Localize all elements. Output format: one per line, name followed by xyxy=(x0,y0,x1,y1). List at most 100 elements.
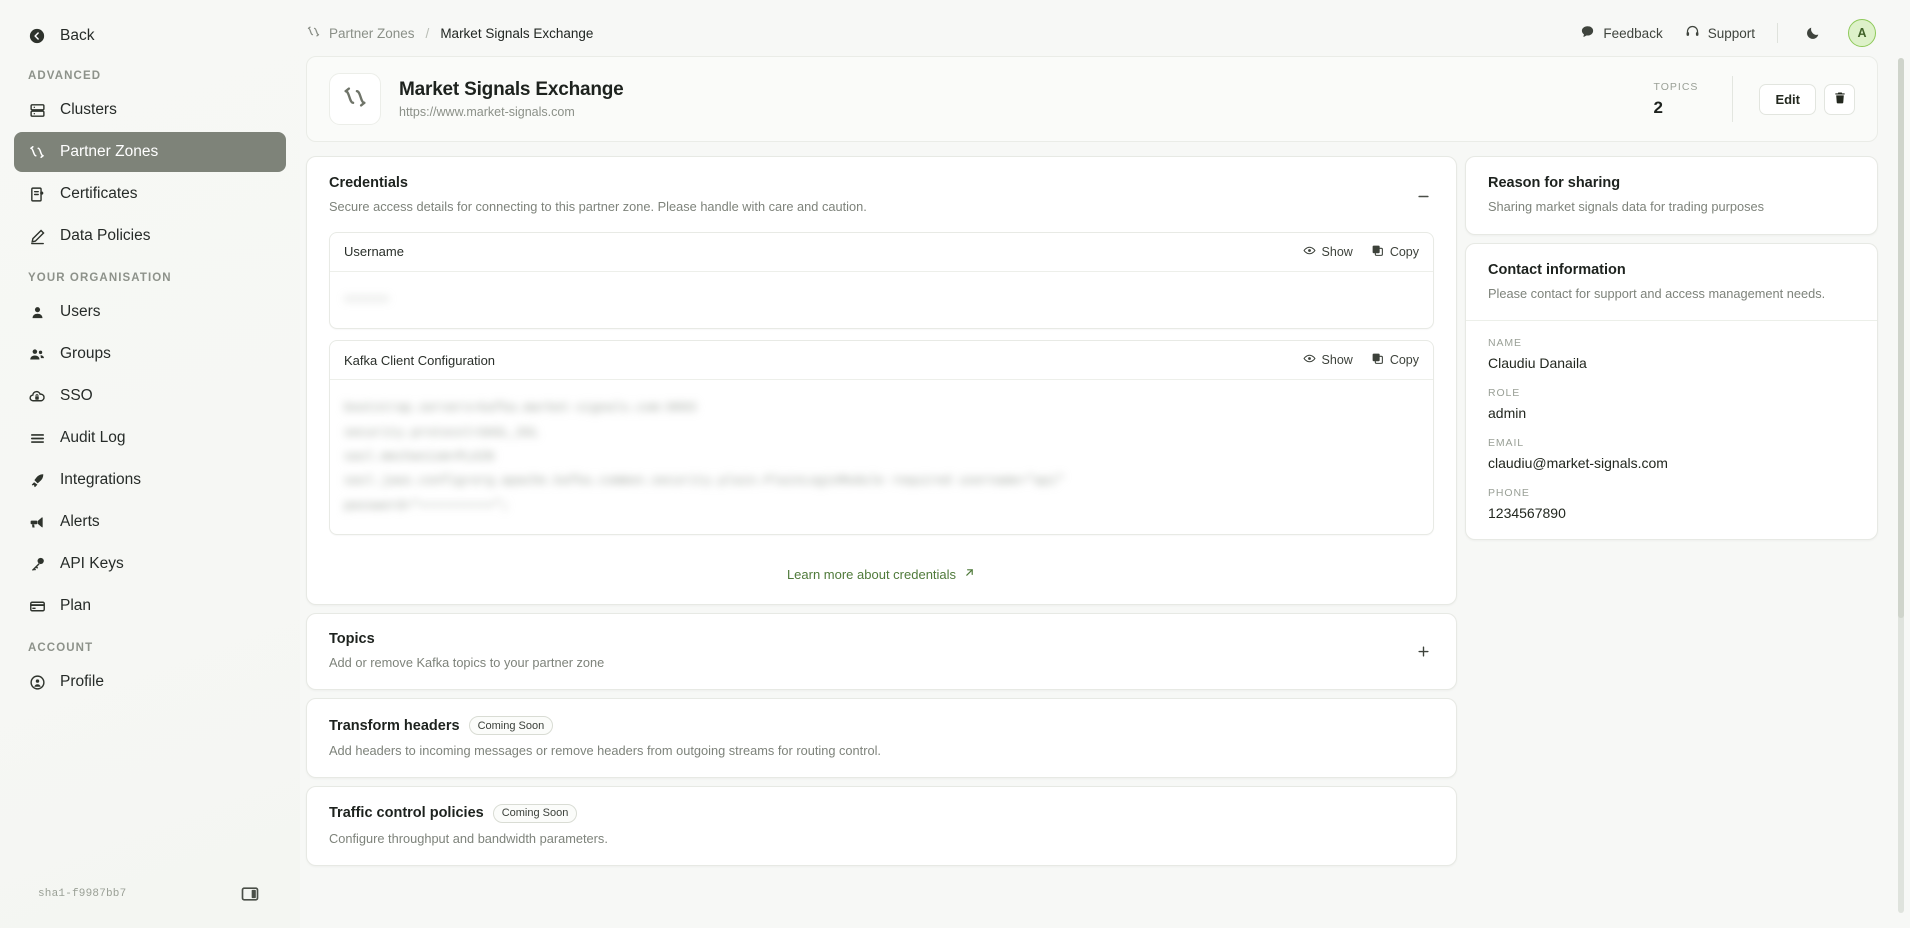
credential-field-value: •••••• xyxy=(330,272,1433,328)
page-title: Market Signals Exchange xyxy=(399,79,624,100)
contact-field-name: NAME Claudiu Danaila xyxy=(1488,337,1855,371)
sidebar-item-label: Groups xyxy=(60,345,111,362)
credentials-card: Credentials Secure access details for co… xyxy=(306,156,1457,606)
show-username-button[interactable]: Show xyxy=(1302,244,1353,260)
show-kafka-config-button[interactable]: Show xyxy=(1302,352,1353,368)
sidebar-item-api-keys[interactable]: API Keys xyxy=(14,544,286,584)
topics-header: Topics Add or remove Kafka topics to you… xyxy=(307,614,1456,689)
reason-title: Reason for sharing xyxy=(1488,175,1621,191)
copy-kafka-config-button[interactable]: Copy xyxy=(1371,352,1419,368)
topics-card: Topics Add or remove Kafka topics to you… xyxy=(306,613,1457,691)
credential-field-kafka-config: Kafka Client Configuration Show Copy boo… xyxy=(329,340,1434,536)
sidebar-item-alerts[interactable]: Alerts xyxy=(14,502,286,542)
breadcrumb-separator: / xyxy=(425,25,430,41)
contact-field-label: ROLE xyxy=(1488,386,1521,399)
moon-icon[interactable] xyxy=(1800,20,1826,46)
credential-field-value: bootstrap.servers=kafka.market-signals.c… xyxy=(330,380,1433,534)
credential-field-label: Username xyxy=(344,244,404,260)
sidebar-item-label: Plan xyxy=(60,597,92,614)
topbar: Partner Zones / Market Signals Exchange … xyxy=(300,10,1884,56)
users-group-icon xyxy=(28,345,46,363)
transform-headers-text: Transform headers Coming Soon Add header… xyxy=(329,716,1434,760)
sidebar-item-label: Integrations xyxy=(60,471,141,488)
sidebar-item-label: Users xyxy=(60,303,101,320)
breadcrumb-current-label: Market Signals Exchange xyxy=(440,25,594,41)
zigzag-arrow-icon xyxy=(28,143,46,161)
credentials-header-text: Credentials Secure access details for co… xyxy=(329,175,1412,216)
edit-button[interactable]: Edit xyxy=(1759,83,1816,115)
credentials-description: Secure access details for connecting to … xyxy=(329,199,867,214)
copy-label: Copy xyxy=(1389,353,1419,368)
contact-field-email: EMAIL claudiu@market-signals.com xyxy=(1488,437,1855,471)
sidebar-item-plan[interactable]: Plan xyxy=(14,586,286,626)
contact-description: Please contact for support and access ma… xyxy=(1488,285,1826,301)
sidebar-item-back[interactable]: Back xyxy=(14,16,286,56)
avatar[interactable]: A xyxy=(1848,19,1876,47)
left-column: Credentials Secure access details for co… xyxy=(306,156,1457,866)
masked-kafka-config-value: bootstrap.servers=kafka.market-signals.c… xyxy=(344,401,1065,513)
eye-icon xyxy=(1302,244,1316,260)
transform-headers-title: Transform headers xyxy=(329,717,460,734)
header-divider xyxy=(1732,76,1734,122)
delete-button[interactable] xyxy=(1824,83,1855,115)
sidebar-item-label: Profile xyxy=(60,673,104,690)
sidebar-item-label: SSO xyxy=(60,387,93,404)
partner-zone-url: https://www.market-signals.com xyxy=(399,105,575,119)
headset-icon xyxy=(1685,24,1700,42)
sidebar-item-profile[interactable]: Profile xyxy=(14,662,286,702)
support-button[interactable]: Support xyxy=(1685,24,1755,42)
chat-bubble-icon xyxy=(1580,24,1595,42)
status-badge: Coming Soon xyxy=(492,803,578,823)
scrollbar-thumb[interactable] xyxy=(1898,58,1904,618)
transform-headers-title-row: Transform headers Coming Soon xyxy=(329,716,1434,736)
sidebar-nav: Back ADVANCED Clusters Partner Zones Cer… xyxy=(0,16,300,874)
reason-for-sharing-card: Reason for sharing Sharing market signal… xyxy=(1465,156,1878,235)
sidebar-section-advanced: ADVANCED xyxy=(28,70,102,82)
breadcrumb-partner-zones[interactable]: Partner Zones xyxy=(306,24,415,42)
credential-field-header: Username Show Copy xyxy=(330,233,1433,272)
eye-icon xyxy=(1302,352,1316,368)
sidebar-item-audit-log[interactable]: Audit Log xyxy=(14,418,286,458)
partner-zone-logo xyxy=(329,73,381,125)
traffic-control-card: Traffic control policies Coming Soon Con… xyxy=(306,785,1457,866)
sidebar-item-sso[interactable]: SSO xyxy=(14,376,286,416)
transform-headers-card: Transform headers Coming Soon Add header… xyxy=(306,698,1457,778)
learn-more-credentials-link[interactable]: Learn more about credentials xyxy=(787,566,976,582)
contact-field-label: NAME xyxy=(1488,336,1522,349)
user-icon xyxy=(28,303,46,321)
build-hash: sha1-f9987bb7 xyxy=(38,888,127,900)
sidebar-item-groups[interactable]: Groups xyxy=(14,334,286,374)
topics-title-row: Topics xyxy=(329,631,1412,647)
sidebar-item-clusters[interactable]: Clusters xyxy=(14,90,286,130)
credential-field-header: Kafka Client Configuration Show Copy xyxy=(330,341,1433,381)
cloud-lock-icon xyxy=(28,387,46,405)
contact-divider xyxy=(1466,319,1877,321)
copy-label: Copy xyxy=(1389,244,1419,259)
panel-toggle-icon[interactable] xyxy=(240,884,260,904)
traffic-control-title: Traffic control policies xyxy=(329,805,484,822)
sidebar-item-data-policies[interactable]: Data Policies xyxy=(14,216,286,256)
app-root: Back ADVANCED Clusters Partner Zones Cer… xyxy=(0,0,1910,928)
sidebar-footer: sha1-f9987bb7 xyxy=(14,874,286,914)
contact-field-value: admin xyxy=(1488,404,1527,421)
page-scrollbar[interactable] xyxy=(1898,58,1904,913)
sidebar-item-users[interactable]: Users xyxy=(14,292,286,332)
sidebar-item-partner-zones[interactable]: Partner Zones xyxy=(14,132,286,172)
learn-more-label: Learn more about credentials xyxy=(786,566,957,582)
reason-text: Sharing market signals data for trading … xyxy=(1488,199,1764,214)
contact-title: Contact information xyxy=(1488,261,1626,278)
topics-description: Add or remove Kafka topics to your partn… xyxy=(329,655,605,671)
contact-field-value: 1234567890 xyxy=(1488,504,1566,521)
key-icon xyxy=(28,555,46,573)
topbar-divider xyxy=(1777,23,1778,43)
copy-icon xyxy=(1371,244,1384,260)
sidebar-item-certificates[interactable]: Certificates xyxy=(14,174,286,214)
topbar-actions: Feedback Support A xyxy=(1580,19,1876,47)
copy-username-button[interactable]: Copy xyxy=(1371,244,1419,260)
sidebar-item-integrations[interactable]: Integrations xyxy=(14,460,286,500)
minus-icon[interactable] xyxy=(1412,185,1434,207)
traffic-control-text: Traffic control policies Coming Soon Con… xyxy=(329,803,1434,848)
topics-stat-label: TOPICS xyxy=(1653,80,1699,93)
plus-icon[interactable] xyxy=(1412,640,1434,662)
feedback-button[interactable]: Feedback xyxy=(1580,24,1663,42)
